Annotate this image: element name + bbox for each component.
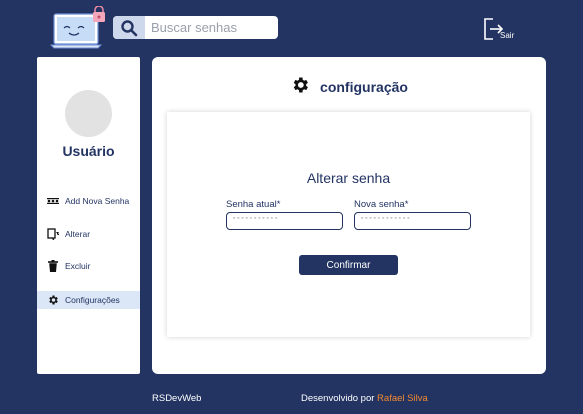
- form-title: Alterar senha: [306, 170, 391, 186]
- search-input[interactable]: [145, 16, 278, 39]
- gear-icon: [290, 75, 310, 100]
- sidebar-item-label: Add Nova Senha: [65, 196, 130, 206]
- top-bar: Sair: [0, 0, 583, 55]
- gear-icon: [47, 294, 59, 306]
- sidebar-item-alterar[interactable]: Alterar: [37, 225, 140, 243]
- password-dots-icon: [47, 195, 59, 207]
- sidebar-item-add-password[interactable]: Add Nova Senha: [37, 192, 140, 210]
- logout-label: Sair: [500, 31, 515, 40]
- laptop-lock-logo: [49, 5, 110, 50]
- sidebar: Usuário Add Nova Senha Alterar Excluir C…: [37, 57, 140, 374]
- edit-refresh-icon: [47, 228, 59, 240]
- page-header: configuração: [152, 77, 546, 97]
- page-title: configuração: [320, 79, 408, 95]
- new-password-label: Nova senha*: [354, 199, 409, 210]
- sidebar-item-label: Excluir: [65, 261, 91, 271]
- current-password-input[interactable]: [226, 212, 343, 230]
- avatar: [65, 90, 112, 137]
- footer-credit: Desenvolvido por Rafael Silva: [301, 393, 428, 404]
- footer-credit-prefix: Desenvolvido por: [301, 393, 375, 404]
- main-panel: configuração Alterar senha Senha atual* …: [152, 57, 546, 374]
- sidebar-item-label: Alterar: [65, 229, 91, 239]
- search-icon[interactable]: [113, 16, 145, 39]
- current-password-label: Senha atual*: [226, 199, 281, 210]
- new-password-input[interactable]: [354, 212, 471, 230]
- sidebar-item-configuracoes[interactable]: Configurações: [37, 291, 140, 309]
- logout-button[interactable]: Sair: [483, 17, 523, 43]
- sidebar-item-excluir[interactable]: Excluir: [37, 257, 140, 275]
- sidebar-item-label: Configurações: [65, 295, 120, 305]
- search-bar: [113, 16, 278, 39]
- footer-author-link[interactable]: Rafael Silva: [377, 393, 428, 404]
- footer-brand: RSDevWeb: [152, 393, 202, 404]
- change-password-card: Alterar senha Senha atual* Nova senha* C…: [167, 112, 530, 337]
- trash-icon: [47, 260, 59, 272]
- username: Usuário: [62, 143, 115, 159]
- confirm-button[interactable]: Confirmar: [299, 255, 398, 275]
